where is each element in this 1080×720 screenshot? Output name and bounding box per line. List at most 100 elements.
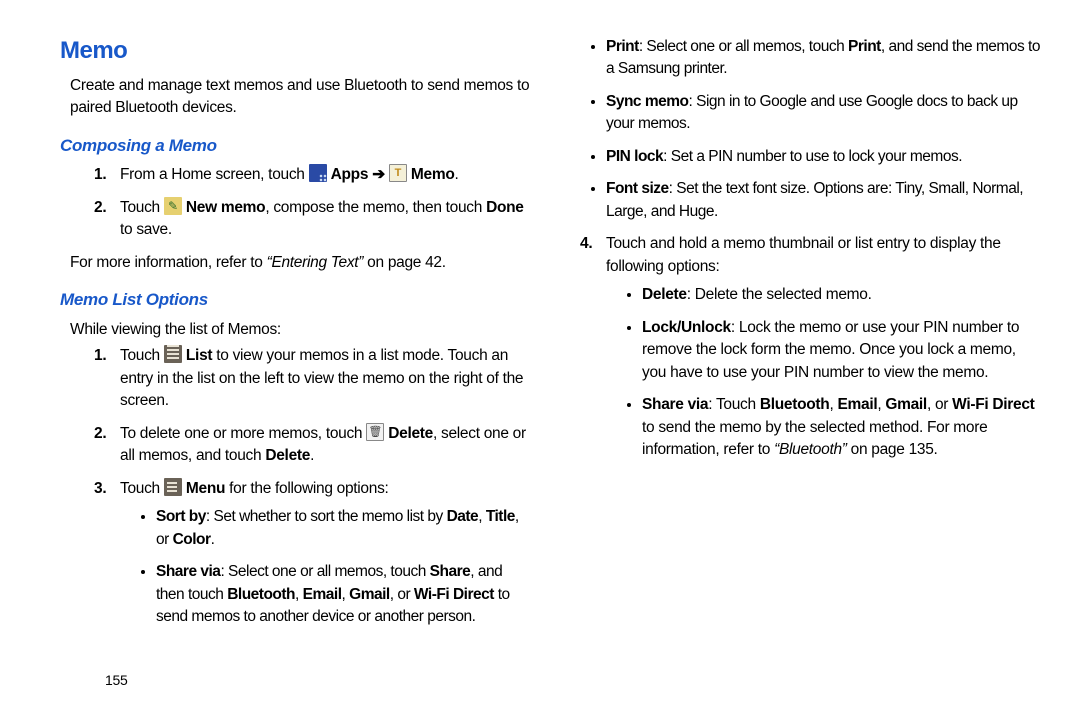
opt-pin-lock: PIN lock: Set a PIN number to use to loc… — [606, 146, 1040, 168]
print-label: Print — [606, 38, 639, 55]
opt-sort-by: Sort by: Set whether to sort the memo li… — [156, 506, 530, 551]
hold-share-label: Share via — [642, 396, 708, 413]
opt-print: Print: Select one or all memos, touch Pr… — [606, 36, 1040, 81]
menu-label: Menu — [186, 480, 225, 497]
b2-share: Share — [430, 563, 471, 580]
step2-mid: , compose the memo, then touch — [265, 199, 486, 216]
memo-icon — [389, 164, 407, 182]
s3-pre: Touch — [120, 480, 164, 497]
heading-memo: Memo — [60, 34, 530, 69]
heading-memo-list-options: Memo List Options — [60, 288, 530, 313]
hold-delete-post: : Delete the selected memo. — [687, 286, 872, 303]
hold-delete: Delete: Delete the selected memo. — [642, 284, 1040, 306]
b1-date: Date — [447, 508, 479, 525]
opt-share-via: Share via: Select one or all memos, touc… — [156, 561, 530, 628]
composing-steps: 1. From a Home screen, touch Apps ➔ Memo… — [94, 164, 530, 241]
hold-lock-label: Lock/Unlock — [642, 319, 731, 336]
list-step-2: 2. To delete one or more memos, touch De… — [94, 423, 530, 468]
opt-font-size: Font size: Set the text font size. Optio… — [606, 178, 1040, 223]
hold-wifi: Wi-Fi Direct — [952, 396, 1034, 413]
sort-by-label: Sort by — [156, 508, 206, 525]
s2-pre: To delete one or more memos, touch — [120, 425, 366, 442]
list-label: List — [186, 347, 212, 364]
b1-mid: : Set whether to sort the memo list by — [206, 508, 447, 525]
step-number: 1. — [94, 345, 106, 367]
apps-label: Apps — [331, 166, 373, 183]
refer-post: on page 42. — [363, 254, 446, 271]
hold-email: Email — [837, 396, 877, 413]
list-step-3: 3. Touch Menu for the following options:… — [94, 478, 530, 629]
refer-pre: For more information, refer to — [70, 254, 267, 271]
left-column: Memo Create and manage text memos and us… — [60, 30, 530, 710]
delete-label: Delete — [388, 425, 433, 442]
step2-post: to save. — [120, 221, 172, 238]
memo-list-step-4: 4. Touch and hold a memo thumbnail or li… — [580, 233, 1040, 461]
s2-post: . — [310, 447, 314, 464]
compose-step-1: 1. From a Home screen, touch Apps ➔ Memo… — [94, 164, 530, 186]
step-number: 2. — [94, 423, 106, 445]
d-c3: , or — [927, 396, 952, 413]
sync-label: Sync memo — [606, 93, 689, 110]
new-memo-icon — [164, 197, 182, 215]
step-number: 1. — [94, 164, 106, 186]
menu-icon — [164, 478, 182, 496]
delete-label-2: Delete — [265, 447, 310, 464]
manual-page: Memo Create and manage text memos and us… — [0, 0, 1080, 720]
memo-list-intro: While viewing the list of Memos: — [70, 319, 530, 341]
pin-post: : Set a PIN number to use to lock your m… — [663, 148, 962, 165]
hold-share-mid: : Touch — [708, 396, 760, 413]
list-icon — [164, 345, 182, 363]
step2-pre: Touch — [120, 199, 164, 216]
delete-icon — [366, 423, 384, 441]
font-label: Font size — [606, 180, 669, 197]
menu-options-continued: Print: Select one or all memos, touch Pr… — [606, 36, 1040, 223]
pin-label: PIN lock — [606, 148, 663, 165]
list-step-1: 1. Touch List to view your memos in a li… — [94, 345, 530, 412]
hold-lock-unlock: Lock/Unlock: Lock the memo or use your P… — [642, 317, 1040, 384]
step1-post: . — [455, 166, 459, 183]
new-memo-label: New memo — [186, 199, 265, 216]
s1-pre: Touch — [120, 347, 164, 364]
step-number: 3. — [94, 478, 106, 500]
b2-wifi: Wi-Fi Direct — [414, 586, 494, 603]
b2-c1: , — [295, 586, 303, 603]
b2-c2: , — [342, 586, 350, 603]
b1-title: Title — [486, 508, 515, 525]
refer-link: “Entering Text” — [267, 254, 364, 271]
hold-share-page: on page 135. — [847, 441, 938, 458]
intro-text: Create and manage text memos and use Blu… — [70, 75, 530, 120]
step-number: 2. — [94, 197, 106, 219]
step1-text-pre: From a Home screen, touch — [120, 166, 309, 183]
b1-color: Color — [173, 531, 211, 548]
done-label: Done — [486, 199, 524, 216]
print-mid: : Select one or all memos, touch — [639, 38, 848, 55]
b2-c3: , or — [390, 586, 414, 603]
b2-email: Email — [303, 586, 342, 603]
b1-post: . — [211, 531, 215, 548]
list-step-4: 4. Touch and hold a memo thumbnail or li… — [580, 233, 1040, 461]
hold-share-ref: “Bluetooth” — [774, 441, 847, 458]
font-post: : Set the text font size. Options are: T… — [606, 180, 1023, 219]
memo-label: Memo — [411, 166, 455, 183]
page-number: 155 — [105, 670, 127, 690]
step-number: 4. — [580, 233, 592, 255]
share-via-label: Share via — [156, 563, 220, 580]
heading-composing: Composing a Memo — [60, 134, 530, 159]
hold-bt: Bluetooth — [760, 396, 830, 413]
hold-delete-label: Delete — [642, 286, 687, 303]
hold-share-via: Share via: Touch Bluetooth, Email, Gmail… — [642, 394, 1040, 461]
memo-list-steps: 1. Touch List to view your memos in a li… — [94, 345, 530, 628]
arrow-icon: ➔ — [372, 166, 385, 183]
s3-post: for the following options: — [225, 480, 388, 497]
print-label-2: Print — [848, 38, 881, 55]
refer-entering-text: For more information, refer to “Entering… — [70, 252, 530, 274]
menu-options: Sort by: Set whether to sort the memo li… — [156, 506, 530, 628]
step4-text: Touch and hold a memo thumbnail or list … — [606, 235, 1001, 274]
hold-gmail: Gmail — [885, 396, 927, 413]
compose-step-2: 2. Touch New memo, compose the memo, the… — [94, 197, 530, 242]
apps-icon — [309, 164, 327, 182]
opt-sync-memo: Sync memo: Sign in to Google and use Goo… — [606, 91, 1040, 136]
hold-options: Delete: Delete the selected memo. Lock/U… — [642, 284, 1040, 461]
b2-mid: : Select one or all memos, touch — [220, 563, 429, 580]
b2-gmail: Gmail — [349, 586, 390, 603]
